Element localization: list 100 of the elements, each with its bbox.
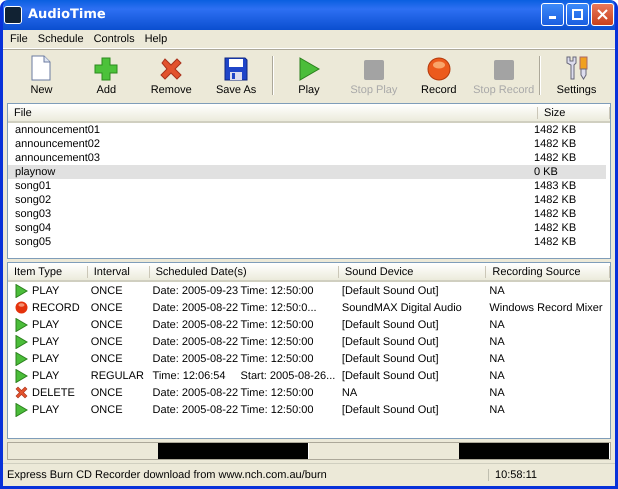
table-cell: Time: 12:50:00 [240, 404, 314, 416]
table-cell-text: [Default Sound Out] [340, 284, 440, 297]
table-cell-text: [Default Sound Out] [340, 336, 440, 348]
menu-item[interactable]: Help [140, 32, 172, 45]
tools-icon [564, 55, 590, 82]
remove-button[interactable]: Remove [138, 52, 204, 100]
maximize-icon [572, 9, 583, 20]
table-cell-text: Date: 2005-08-22 [152, 404, 240, 416]
table-cell-text: REGULAR [90, 370, 145, 382]
document-icon [30, 55, 52, 82]
table-cell-text: ONCE [90, 352, 124, 365]
column-header[interactable]: Recording Source [486, 266, 610, 278]
app-icon [4, 6, 22, 24]
column-header[interactable]: Size [538, 106, 610, 119]
table-cell-text: NA [488, 284, 506, 297]
table-cell: PLAY [8, 334, 88, 349]
table-cell-text: ONCE [90, 386, 124, 399]
menu-item[interactable]: Schedule [32, 32, 89, 45]
maximize-button[interactable] [566, 3, 589, 26]
close-button[interactable] [591, 3, 614, 26]
file-row[interactable]: announcement01 1482 KB [8, 123, 606, 138]
play-icon [15, 284, 28, 298]
table-cell-text: NA [340, 386, 358, 399]
table-cell: PLAY [8, 318, 88, 332]
table-cell-text: Date: 2005-08-22 [152, 336, 240, 348]
table-cell: PLAY [8, 402, 88, 417]
table-cell: PLAY [8, 368, 88, 383]
file-row[interactable]: song03 1482 KB [8, 207, 606, 222]
close-icon [597, 9, 608, 20]
stop-icon [362, 59, 385, 82]
new-button[interactable]: New [9, 52, 74, 100]
play-button[interactable]: Play [276, 52, 342, 100]
table-cell-text: Windows Record Mixer [488, 302, 604, 314]
menu-item[interactable]: Controls [88, 32, 140, 45]
add-button[interactable]: Add [74, 52, 139, 100]
table-cell-text: ONCE [90, 336, 124, 348]
table-cell-text: NA [488, 404, 506, 416]
table-cell-text: ONCE [90, 302, 124, 314]
table-cell-text: NA [488, 370, 506, 382]
table-cell-text: [Default Sound Out] [340, 404, 440, 416]
window-title: AudioTime [28, 7, 106, 22]
table-cell-text: Time: 12:06:54 [152, 370, 227, 382]
x-mark-icon [159, 57, 184, 82]
table-cell: Time: 12:50:00 [240, 318, 314, 331]
column-header[interactable]: Interval [88, 266, 150, 278]
table-cell: Start: 2005-08-26... [240, 370, 336, 382]
play-icon [15, 402, 28, 417]
record-button[interactable]: Record [406, 52, 472, 100]
file-row[interactable]: playnow 0 KB [8, 165, 606, 180]
table-cell: DELETE [8, 386, 88, 400]
table-cell-text: NA [488, 318, 506, 331]
play-icon [15, 352, 28, 366]
table-cell-text: [Default Sound Out] [340, 352, 440, 365]
x-mark-icon [15, 386, 28, 400]
column-header[interactable]: File [8, 106, 538, 119]
column-header[interactable]: Sound Device [338, 266, 486, 278]
column-header[interactable]: Item Type [8, 266, 88, 278]
file-row[interactable]: song04 1482 KB [8, 221, 606, 236]
table-cell-text: [Default Sound Out] [340, 318, 440, 331]
table-cell: Time: 12:50:00 [240, 284, 314, 297]
table-cell-text: NA [488, 336, 506, 348]
table-cell: PLAY [8, 352, 88, 366]
file-row[interactable]: announcement03 1482 KB [8, 151, 606, 166]
status-message: Express Burn CD Recorder download from www.nch.com.au/burn [6, 469, 328, 482]
table-cell-text: Date: 2005-09-23 [152, 284, 240, 297]
menu-item[interactable]: File [5, 32, 33, 45]
table-cell-text: [Default Sound Out] [340, 370, 440, 382]
table-cell: Time: 12:50:00 [240, 336, 314, 348]
table-cell-text: NA [488, 352, 506, 365]
table-cell-text: Date: 2005-08-22 [152, 352, 240, 365]
play-icon [298, 57, 320, 82]
table-cell: RECORD [8, 301, 88, 314]
column-header[interactable]: Scheduled Date(s) [150, 266, 339, 278]
table-cell-text: ONCE [90, 284, 124, 297]
table-cell-text: ONCE [90, 404, 124, 416]
play-icon [15, 318, 28, 332]
file-row[interactable]: song02 1482 KB [8, 193, 606, 208]
file-row[interactable]: song05 1482 KB [8, 235, 606, 250]
settings-button[interactable]: Settings [544, 52, 609, 100]
file-row[interactable]: song01 1483 KB [8, 179, 606, 194]
play-icon [15, 368, 28, 383]
play-icon [15, 334, 28, 349]
table-cell-text: Date: 2005-08-22 [152, 302, 240, 314]
save-button[interactable]: Save As [204, 52, 269, 100]
table-cell-text: Date: 2005-08-22 [152, 386, 240, 399]
table-cell: PLAY [8, 284, 88, 298]
record-icon [15, 301, 28, 314]
table-cell-text: ONCE [90, 318, 124, 331]
table-cell: Time: 12:50:0... [240, 302, 317, 314]
minimize-button[interactable] [541, 3, 564, 26]
stop-icon [492, 59, 515, 82]
table-cell-text: Date: 2005-08-22 [152, 318, 240, 331]
status-time: 10:58:11 [488, 469, 615, 482]
record-icon [426, 57, 451, 82]
plus-icon [94, 57, 118, 82]
table-cell: Time: 12:50:00 [240, 386, 314, 399]
table-cell-text: SoundMAX Digital Audio [340, 302, 463, 314]
table-cell-text: NA [488, 386, 506, 399]
file-row[interactable]: announcement02 1482 KB [8, 137, 606, 152]
table-cell: Time: 12:50:00 [240, 352, 314, 365]
